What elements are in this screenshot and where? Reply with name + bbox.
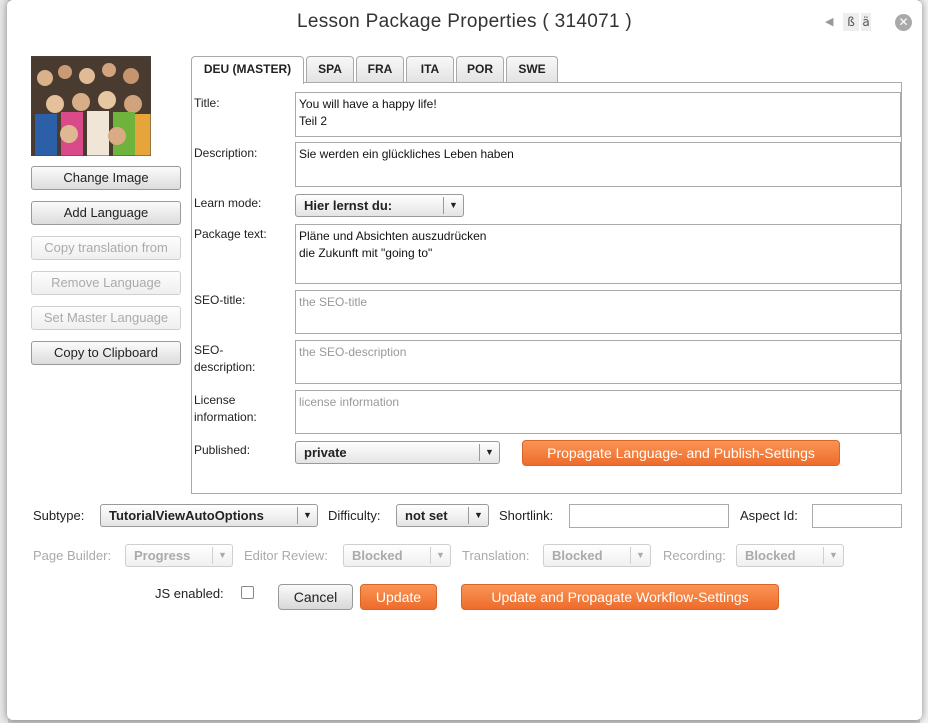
copy-to-clipboard-button[interactable]: Copy to Clipboard xyxy=(31,341,181,365)
cancel-button[interactable]: Cancel xyxy=(278,584,353,610)
tab-ita[interactable]: ITA xyxy=(406,56,454,83)
update-button[interactable]: Update xyxy=(360,584,437,610)
learn-mode-label: Learn mode: xyxy=(194,196,262,210)
copy-translation-button[interactable]: Copy translation from xyxy=(31,236,181,260)
seo-description-textarea[interactable]: the SEO-description xyxy=(295,340,901,384)
published-value: private xyxy=(304,445,347,460)
seo-description-label: SEO- description: xyxy=(194,343,256,374)
aspect-id-input[interactable] xyxy=(812,504,902,528)
propagate-language-publish-button[interactable]: Propagate Language- and Publish-Settings xyxy=(522,440,840,466)
language-form-panel: Title: You will have a happy life! Teil … xyxy=(191,82,902,494)
prev-arrow-icon[interactable]: ◀ xyxy=(825,15,833,28)
translation-label: Translation: xyxy=(462,548,530,563)
package-thumbnail-image xyxy=(31,56,151,156)
published-label: Published: xyxy=(194,443,251,457)
remove-language-button[interactable]: Remove Language xyxy=(31,271,181,295)
chevron-down-icon: ▼ xyxy=(479,444,499,461)
close-icon[interactable]: ✕ xyxy=(895,14,912,31)
translation-value: Blocked xyxy=(552,548,603,563)
chevron-down-icon: ▼ xyxy=(468,507,488,524)
chevron-down-icon: ▼ xyxy=(297,507,317,524)
difficulty-label: Difficulty: xyxy=(328,508,381,523)
editor-review-value: Blocked xyxy=(352,548,403,563)
editor-review-select[interactable]: Blocked ▼ xyxy=(343,544,451,567)
set-master-language-button[interactable]: Set Master Language xyxy=(31,306,181,330)
license-label: License information: xyxy=(194,393,257,424)
editor-review-label: Editor Review: xyxy=(244,548,328,563)
seo-title-label: SEO-title: xyxy=(194,293,246,307)
learn-mode-select[interactable]: Hier lernst du: ▼ xyxy=(295,194,464,217)
recording-value: Blocked xyxy=(745,548,796,563)
chevron-down-icon: ▼ xyxy=(430,547,450,564)
special-char-sharp-s-button[interactable]: ß xyxy=(843,13,859,31)
difficulty-select[interactable]: not set ▼ xyxy=(396,504,489,527)
chevron-down-icon: ▼ xyxy=(823,547,843,564)
seo-title-textarea[interactable]: the SEO-title xyxy=(295,290,901,334)
tab-swe[interactable]: SWE xyxy=(506,56,558,83)
page-builder-label: Page Builder: xyxy=(33,548,112,563)
description-textarea[interactable]: Sie werden ein glückliches Leben haben xyxy=(295,142,901,187)
page-builder-value: Progress xyxy=(134,548,191,563)
package-text-label: Package text: xyxy=(194,227,267,241)
subtype-value: TutorialViewAutoOptions xyxy=(109,508,264,523)
subtype-label: Subtype: xyxy=(33,508,85,523)
add-language-button[interactable]: Add Language xyxy=(31,201,181,225)
dialog-title: Lesson Package Properties ( 314071 ) xyxy=(296,11,633,32)
package-text-textarea[interactable]: Pläne und Absichten auszudrücken die Zuk… xyxy=(295,224,901,284)
tab-fra[interactable]: FRA xyxy=(356,56,404,83)
shortlink-label: Shortlink: xyxy=(499,508,554,523)
tab-deu-master[interactable]: DEU (MASTER) xyxy=(191,56,304,84)
title-label: Title: xyxy=(194,96,220,110)
translation-select[interactable]: Blocked ▼ xyxy=(543,544,651,567)
shortlink-input[interactable] xyxy=(569,504,729,528)
chevron-down-icon: ▼ xyxy=(212,547,232,564)
lesson-package-dialog: Lesson Package Properties ( 314071 ) ◀ ß… xyxy=(7,0,922,720)
published-select[interactable]: private ▼ xyxy=(295,441,500,464)
description-label: Description: xyxy=(194,146,258,160)
special-char-a-umlaut-button[interactable]: ä xyxy=(861,13,871,31)
aspect-id-label: Aspect Id: xyxy=(740,508,798,523)
learn-mode-value: Hier lernst du: xyxy=(304,198,393,213)
subtype-select[interactable]: TutorialViewAutoOptions ▼ xyxy=(100,504,318,527)
chevron-down-icon: ▼ xyxy=(443,197,463,214)
js-enabled-label: JS enabled: xyxy=(155,586,224,601)
tab-spa[interactable]: SPA xyxy=(306,56,354,83)
recording-select[interactable]: Blocked ▼ xyxy=(736,544,844,567)
js-enabled-checkbox[interactable] xyxy=(241,586,254,599)
chevron-down-icon: ▼ xyxy=(630,547,650,564)
update-propagate-workflow-button[interactable]: Update and Propagate Workflow-Settings xyxy=(461,584,779,610)
page-builder-select[interactable]: Progress ▼ xyxy=(125,544,233,567)
license-textarea[interactable]: license information xyxy=(295,390,901,434)
tab-por[interactable]: POR xyxy=(456,56,504,83)
title-textarea[interactable]: You will have a happy life! Teil 2 xyxy=(295,92,901,137)
difficulty-value: not set xyxy=(405,508,448,523)
recording-label: Recording: xyxy=(663,548,726,563)
change-image-button[interactable]: Change Image xyxy=(31,166,181,190)
